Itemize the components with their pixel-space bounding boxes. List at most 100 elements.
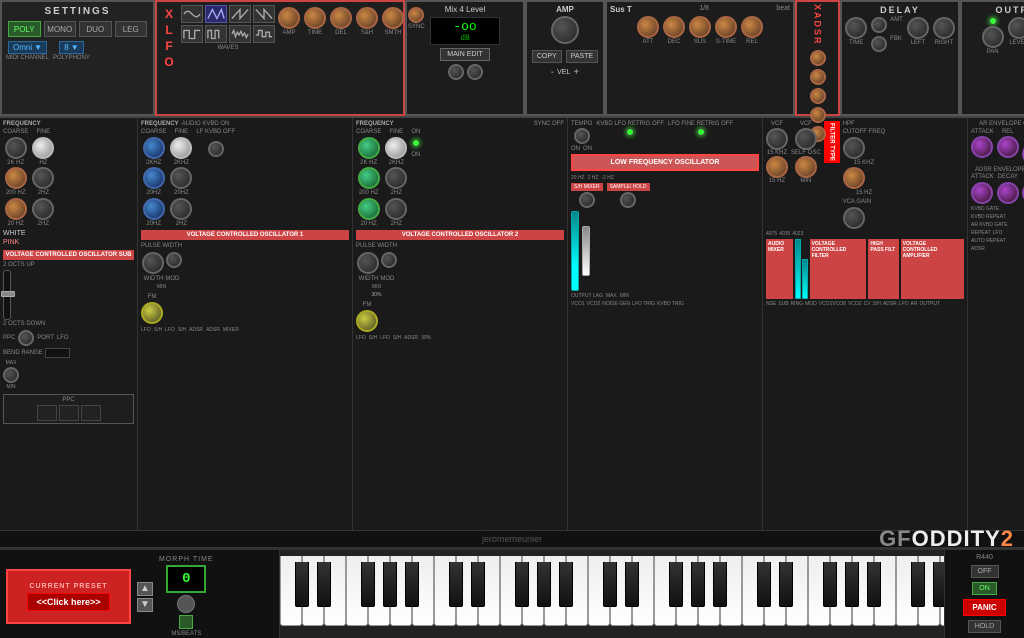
key-b2[interactable] xyxy=(566,556,588,626)
vca-gain-knob[interactable] xyxy=(843,207,865,229)
xlfo-sh-knob[interactable] xyxy=(356,7,378,29)
vcf2-2-knob[interactable] xyxy=(795,156,817,178)
main-edit-button[interactable]: MAIN EDIT xyxy=(440,48,489,61)
key-g2[interactable] xyxy=(522,556,544,626)
key-e1[interactable] xyxy=(324,556,346,626)
ppc-wave-1[interactable] xyxy=(37,405,57,421)
key-b1[interactable] xyxy=(412,556,434,626)
vco2-coarse-3[interactable] xyxy=(358,198,380,220)
key-f2[interactable] xyxy=(500,556,522,626)
sh-mixer-knob[interactable] xyxy=(579,192,595,208)
vco1-fine-knob[interactable] xyxy=(170,137,192,159)
vco2-coarse-knob[interactable] xyxy=(358,137,380,159)
key-f3[interactable] xyxy=(654,556,676,626)
sub-coarse-3-knob[interactable] xyxy=(5,198,27,220)
mono-button[interactable]: MONO xyxy=(44,21,77,37)
key-b3[interactable] xyxy=(720,556,742,626)
ar-rel-knob[interactable] xyxy=(997,136,1019,158)
sust-stime-knob[interactable] xyxy=(715,16,737,38)
vco1-pw-mod[interactable] xyxy=(166,252,182,268)
wave-saw-btn[interactable] xyxy=(229,5,251,23)
lfo-teal-slider[interactable] xyxy=(571,211,579,291)
vco1-pw-knob[interactable] xyxy=(142,252,164,274)
wave-tri-btn[interactable] xyxy=(205,5,227,23)
xlfo-amp-knob[interactable] xyxy=(278,7,300,29)
key-a4[interactable] xyxy=(852,556,874,626)
key-g1[interactable] xyxy=(368,556,390,626)
adsr-decay-knob[interactable] xyxy=(997,182,1019,204)
hpf-cutoff-2[interactable] xyxy=(843,167,865,189)
wave-ramp-btn[interactable] xyxy=(253,5,275,23)
vel-plus-btn[interactable]: + xyxy=(573,67,579,78)
lfo-tempo-knob[interactable] xyxy=(574,128,590,144)
hpf-cutoff-knob[interactable] xyxy=(843,137,865,159)
key-e2[interactable] xyxy=(478,556,500,626)
sust-dec-knob[interactable] xyxy=(663,16,685,38)
key-c4[interactable] xyxy=(742,556,764,626)
delay-fbk-knob[interactable] xyxy=(871,36,887,52)
xadsr-knob-3[interactable] xyxy=(810,88,826,104)
vco1-fm-knob[interactable] xyxy=(141,302,163,324)
xlfo-time-knob[interactable] xyxy=(304,7,326,29)
delay-amt-knob[interactable] xyxy=(871,17,887,33)
vco2-coarse-2[interactable] xyxy=(358,167,380,189)
ppc-knob[interactable] xyxy=(18,330,34,346)
key-d5[interactable] xyxy=(918,556,940,626)
vco2-fine-2[interactable] xyxy=(385,167,407,189)
vco1-fine-2[interactable] xyxy=(170,167,192,189)
lfo-white-slider[interactable] xyxy=(582,226,590,276)
sub-vslider[interactable] xyxy=(3,270,11,320)
sub-fine-knob[interactable] xyxy=(32,137,54,159)
sub-max-knob[interactable] xyxy=(3,367,19,383)
vco1-coarse-2[interactable] xyxy=(143,167,165,189)
ppc-wave-2[interactable] xyxy=(59,405,79,421)
sub-coarse-2-knob[interactable] xyxy=(5,167,27,189)
vco1-coarse-knob[interactable] xyxy=(143,137,165,159)
delay-time-knob[interactable] xyxy=(845,17,867,39)
adsr-attack-knob[interactable] xyxy=(971,182,993,204)
output-level-knob[interactable] xyxy=(1008,17,1024,39)
vco1-coarse-3[interactable] xyxy=(143,198,165,220)
key-d2[interactable] xyxy=(456,556,478,626)
key-a3[interactable] xyxy=(698,556,720,626)
key-c5[interactable] xyxy=(896,556,918,626)
vcf1-2-knob[interactable] xyxy=(766,156,788,178)
key-c2[interactable] xyxy=(434,556,456,626)
hold-button[interactable]: HOLD xyxy=(968,620,1001,633)
r440-on-btn[interactable]: ON xyxy=(972,582,997,595)
xlfo-smth-knob[interactable] xyxy=(382,7,404,29)
vco2-pw-mod[interactable] xyxy=(381,252,397,268)
output-pan-knob[interactable] xyxy=(982,26,1004,48)
delay-left-knob[interactable] xyxy=(907,17,929,39)
midi-channel-select[interactable]: Omni ▼ xyxy=(8,41,47,54)
key-b4[interactable] xyxy=(874,556,896,626)
sub-fine-3-knob[interactable] xyxy=(32,198,54,220)
vel-minus-btn[interactable]: - xyxy=(551,67,554,78)
vcf2-knob[interactable] xyxy=(795,128,817,150)
vco2-fine-3[interactable] xyxy=(385,198,407,220)
key-d4[interactable] xyxy=(764,556,786,626)
wave-sqr-btn[interactable] xyxy=(181,25,203,43)
key-f4[interactable] xyxy=(808,556,830,626)
key-c3[interactable] xyxy=(588,556,610,626)
ppc-wave-3[interactable] xyxy=(81,405,101,421)
wave-pulse-btn[interactable] xyxy=(205,25,227,43)
key-e3[interactable] xyxy=(632,556,654,626)
key-d1[interactable] xyxy=(302,556,324,626)
xlfo-del-knob[interactable] xyxy=(330,7,352,29)
sample-hold-knob[interactable] xyxy=(620,192,636,208)
key-f1[interactable] xyxy=(346,556,368,626)
sub-coarse-knob[interactable] xyxy=(5,137,27,159)
preset-up-btn[interactable]: ▲ xyxy=(137,582,153,596)
morph-dial[interactable] xyxy=(177,595,195,613)
vco2-fm-knob[interactable] xyxy=(356,310,378,332)
wave-sine-btn[interactable] xyxy=(181,5,203,23)
sust-att-knob[interactable] xyxy=(637,16,659,38)
key-d3[interactable] xyxy=(610,556,632,626)
sust-sus-knob[interactable] xyxy=(689,16,711,38)
key-g4[interactable] xyxy=(830,556,852,626)
wave-sh-btn[interactable] xyxy=(253,25,275,43)
xadsr-knob-2[interactable] xyxy=(810,69,826,85)
key-e5[interactable] xyxy=(940,556,944,626)
sub-fine-2-knob[interactable] xyxy=(32,167,54,189)
